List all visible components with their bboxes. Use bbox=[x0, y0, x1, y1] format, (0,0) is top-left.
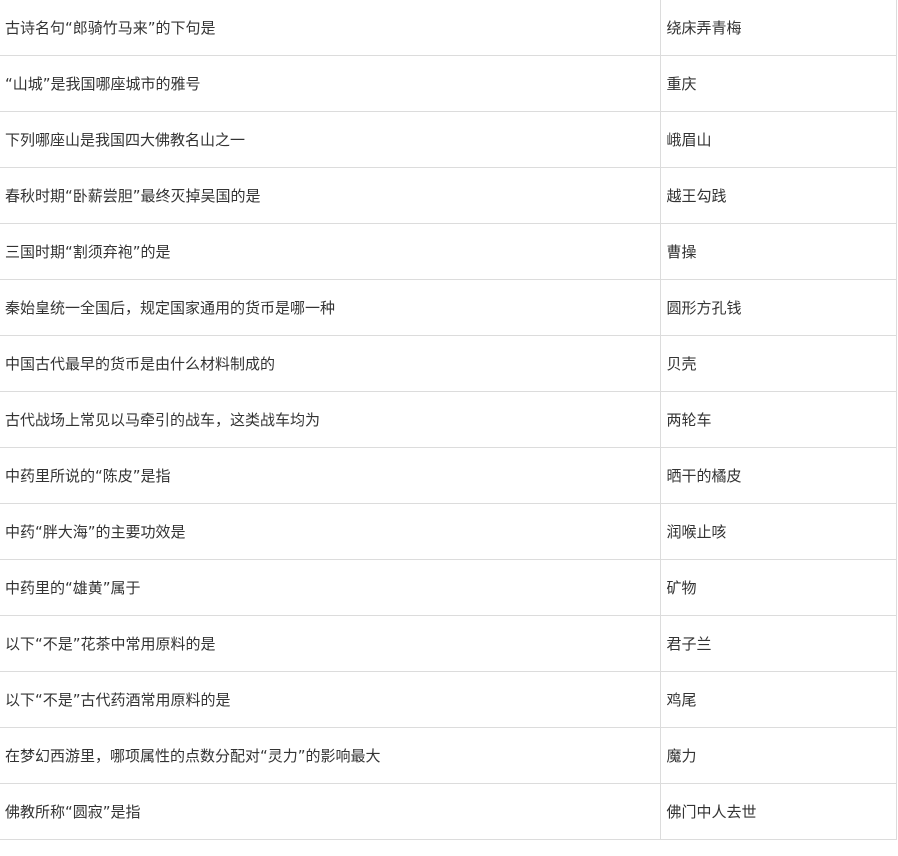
answer-cell: 君子兰 bbox=[659, 615, 897, 672]
answer-cell: 峨眉山 bbox=[659, 111, 897, 168]
question-cell: 古代战场上常见以马牵引的战车，这类战车均为 bbox=[0, 391, 661, 448]
answer-cell: 魔力 bbox=[659, 727, 897, 784]
question-cell: 下列哪座山是我国四大佛教名山之一 bbox=[0, 111, 661, 168]
qa-table-body: 古诗名句“郎骑竹马来”的下句是 绕床弄青梅 “山城”是我国哪座城市的雅号 重庆 下列哪座… bbox=[0, 0, 897, 840]
table-row: “山城”是我国哪座城市的雅号 重庆 bbox=[0, 55, 897, 112]
question-cell: 以下“不是”花茶中常用原料的是 bbox=[0, 615, 661, 672]
answer-cell: 鸡尾 bbox=[659, 671, 897, 728]
answer-cell: 曹操 bbox=[659, 223, 897, 280]
answer-cell: 越王勾践 bbox=[659, 167, 897, 224]
table-row: 秦始皇统一全国后，规定国家通用的货币是哪一种 圆形方孔钱 bbox=[0, 279, 897, 336]
table-row: 古诗名句“郎骑竹马来”的下句是 绕床弄青梅 bbox=[0, 0, 897, 56]
question-cell: 春秋时期“卧薪尝胆”最终灭掉吴国的是 bbox=[0, 167, 661, 224]
question-cell: 佛教所称“圆寂”是指 bbox=[0, 783, 661, 840]
table-row: 在梦幻西游里，哪项属性的点数分配对“灵力”的影响最大 魔力 bbox=[0, 727, 897, 784]
table-row: 以下“不是”花茶中常用原料的是 君子兰 bbox=[0, 615, 897, 672]
question-cell: 中药“胖大海”的主要功效是 bbox=[0, 503, 661, 560]
table-row: 中药“胖大海”的主要功效是 润喉止咳 bbox=[0, 503, 897, 560]
question-cell: 中药里的“雄黄”属于 bbox=[0, 559, 661, 616]
answer-cell: 贝壳 bbox=[659, 335, 897, 392]
table-row: 中国古代最早的货币是由什么材料制成的 贝壳 bbox=[0, 335, 897, 392]
question-cell: 中药里所说的“陈皮”是指 bbox=[0, 447, 661, 504]
table-row: 中药里的“雄黄”属于 矿物 bbox=[0, 559, 897, 616]
answer-cell: 圆形方孔钱 bbox=[659, 279, 897, 336]
question-cell: 三国时期“割须弃袍”的是 bbox=[0, 223, 661, 280]
question-cell: 在梦幻西游里，哪项属性的点数分配对“灵力”的影响最大 bbox=[0, 727, 661, 784]
table-row: 三国时期“割须弃袍”的是 曹操 bbox=[0, 223, 897, 280]
answer-cell: 绕床弄青梅 bbox=[659, 0, 897, 56]
answer-cell: 矿物 bbox=[659, 559, 897, 616]
answer-cell: 两轮车 bbox=[659, 391, 897, 448]
answer-cell: 重庆 bbox=[659, 55, 897, 112]
question-cell: “山城”是我国哪座城市的雅号 bbox=[0, 55, 661, 112]
table-row: 以下“不是”古代药酒常用原料的是 鸡尾 bbox=[0, 671, 897, 728]
qa-table: 古诗名句“郎骑竹马来”的下句是 绕床弄青梅 “山城”是我国哪座城市的雅号 重庆 下列哪座… bbox=[0, 0, 897, 840]
question-cell: 秦始皇统一全国后，规定国家通用的货币是哪一种 bbox=[0, 279, 661, 336]
answer-cell: 润喉止咳 bbox=[659, 503, 897, 560]
table-row: 下列哪座山是我国四大佛教名山之一 峨眉山 bbox=[0, 111, 897, 168]
question-cell: 古诗名句“郎骑竹马来”的下句是 bbox=[0, 0, 661, 56]
answer-cell: 晒干的橘皮 bbox=[659, 447, 897, 504]
question-cell: 以下“不是”古代药酒常用原料的是 bbox=[0, 671, 661, 728]
table-row: 佛教所称“圆寂”是指 佛门中人去世 bbox=[0, 783, 897, 840]
table-row: 古代战场上常见以马牵引的战车，这类战车均为 两轮车 bbox=[0, 391, 897, 448]
table-row: 春秋时期“卧薪尝胆”最终灭掉吴国的是 越王勾践 bbox=[0, 167, 897, 224]
table-row: 中药里所说的“陈皮”是指 晒干的橘皮 bbox=[0, 447, 897, 504]
question-cell: 中国古代最早的货币是由什么材料制成的 bbox=[0, 335, 661, 392]
answer-cell: 佛门中人去世 bbox=[659, 783, 897, 840]
